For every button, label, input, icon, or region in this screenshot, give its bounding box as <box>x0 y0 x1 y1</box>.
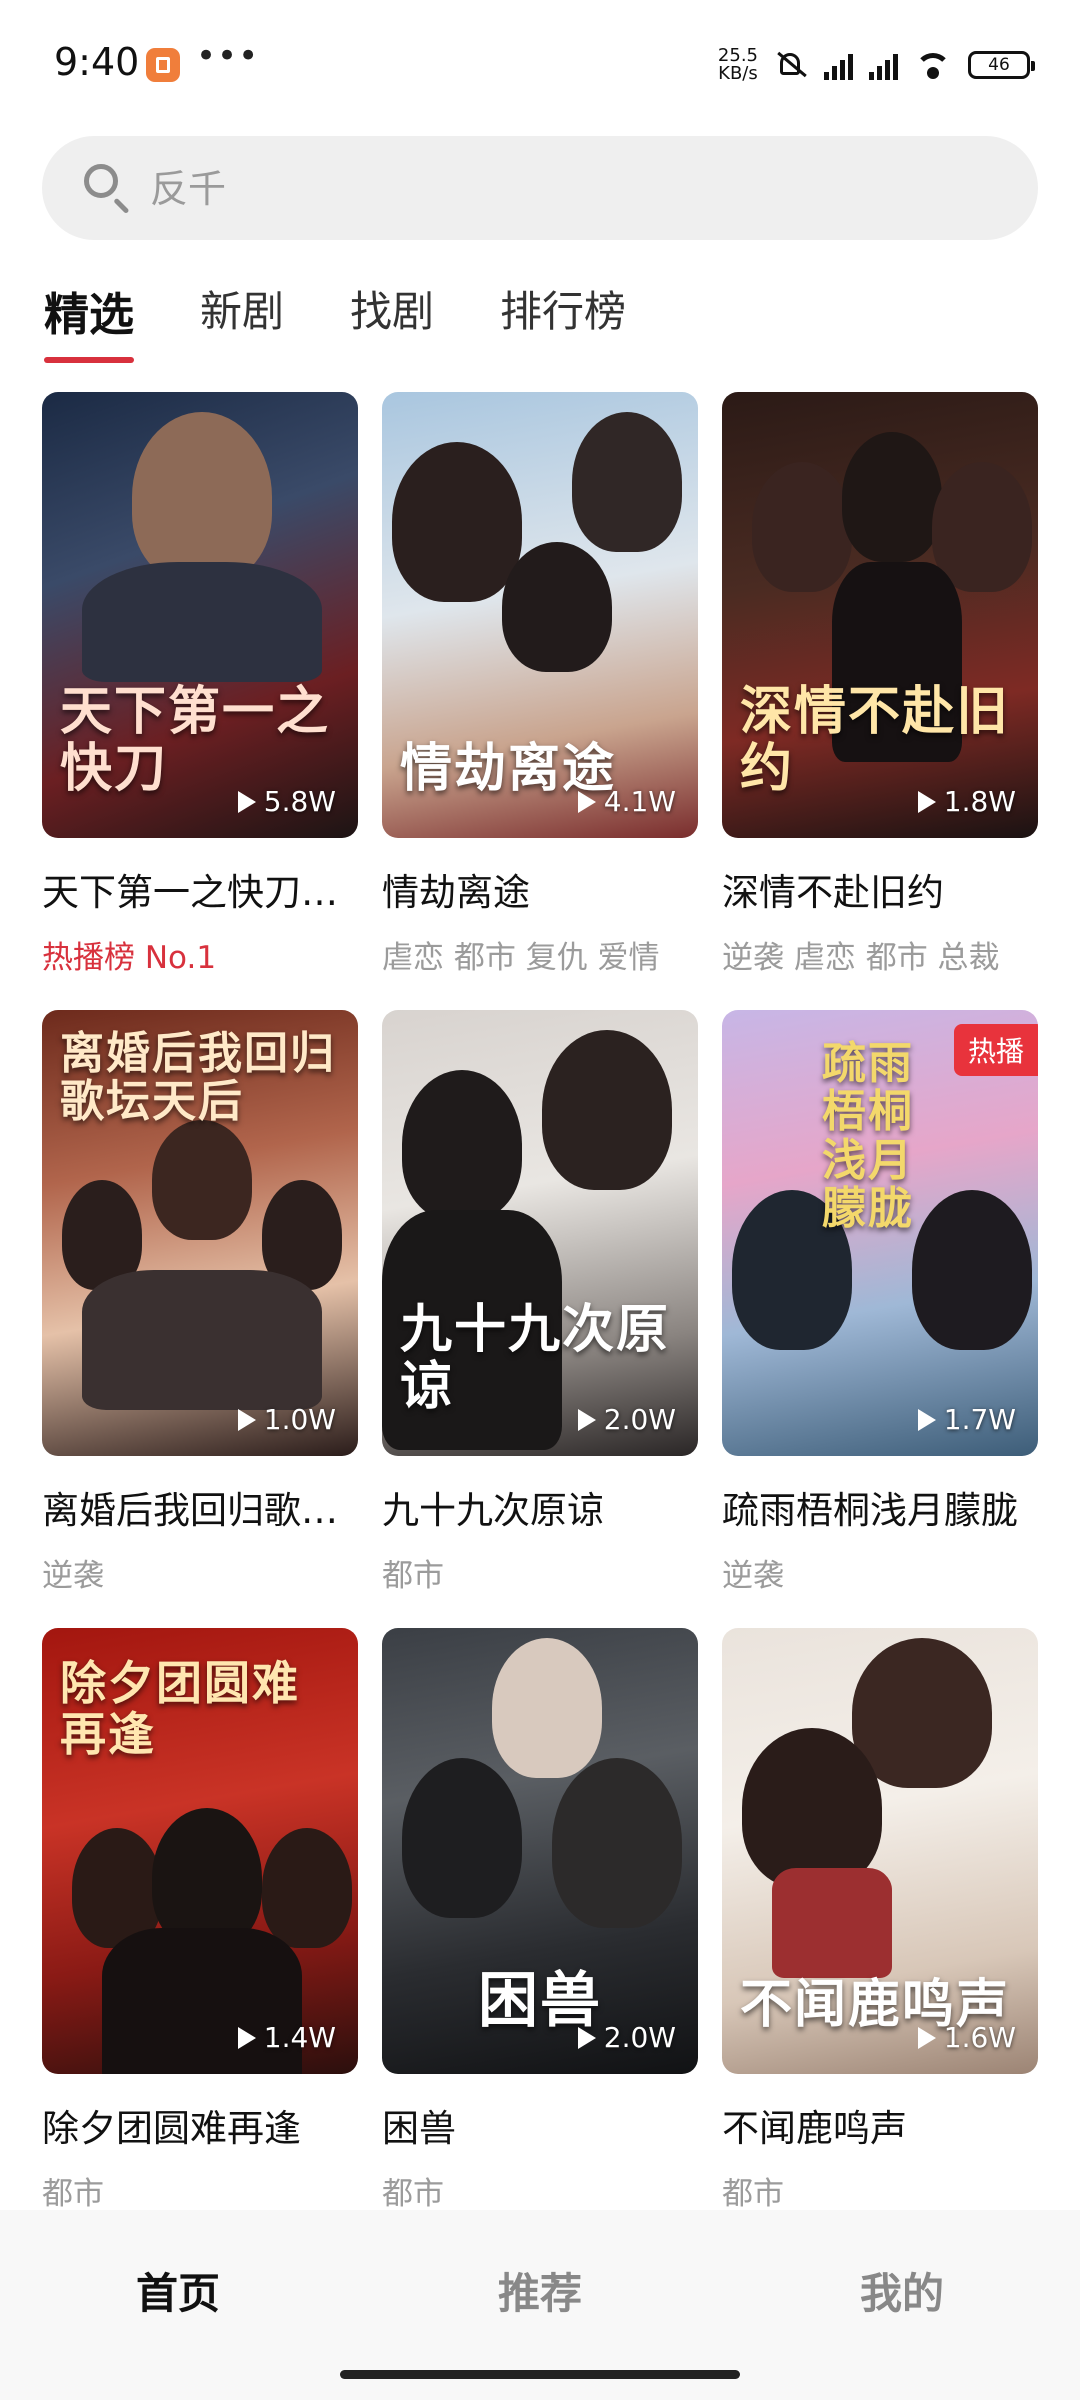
drama-poster[interactable]: 离婚后我回归歌坛天后 1.0W <box>42 1010 358 1456</box>
drama-tags: 逆袭 <box>42 1558 104 1594</box>
poster-title: 疏雨梧桐浅月朦胧 <box>822 1038 914 1235</box>
play-icon <box>237 1408 256 1431</box>
drama-title[interactable]: 离婚后我回归歌… <box>42 1480 358 1534</box>
drama-title[interactable]: 不闻鹿鸣声 <box>722 2098 1038 2152</box>
drama-tags: 虐恋 都市 复仇 爱情 <box>382 940 660 976</box>
play-icon <box>917 2026 936 2049</box>
drama-poster[interactable]: 九十九次原谅 2.0W <box>382 1010 698 1456</box>
drama-poster[interactable]: 困兽 2.0W <box>382 1628 698 2074</box>
drama-card[interactable]: 情劫离途 4.1W 情劫离途 虐恋 都市 复仇 爱情 <box>382 392 698 1010</box>
drama-tags: 都市 <box>382 2176 444 2212</box>
play-icon <box>237 2026 256 2049</box>
play-count: 2.0W <box>577 1403 676 1436</box>
play-count: 1.0W <box>237 1403 336 1436</box>
play-count-value: 1.8W <box>943 785 1016 818</box>
nav-home[interactable]: 首页 <box>136 2260 220 2321</box>
drama-grid: 天下第一之快刀 5.8W 天下第一之快刀… 热播榜 No.1 情劫离途 4.1W… <box>42 392 1040 2246</box>
drama-title[interactable]: 九十九次原谅 <box>382 1480 698 1534</box>
drama-title[interactable]: 天下第一之快刀… <box>42 862 358 916</box>
network-speed-unit: KB/s <box>718 63 758 84</box>
drama-poster[interactable]: 天下第一之快刀 5.8W <box>42 392 358 838</box>
drama-card[interactable]: 深情不赴旧约 1.8W 深情不赴旧约 逆袭 虐恋 都市 总裁 <box>722 392 1038 1010</box>
play-count-value: 1.0W <box>263 1403 336 1436</box>
play-icon <box>577 1408 596 1431</box>
poster-title: 离婚后我回归歌坛天后 <box>60 1028 336 1128</box>
drama-poster[interactable]: 除夕团圆难再逢 1.4W <box>42 1628 358 2074</box>
drama-title[interactable]: 困兽 <box>382 2098 698 2152</box>
signal-icon <box>824 50 853 80</box>
drama-rank: 热播榜 No.1 <box>42 940 217 976</box>
play-count: 1.7W <box>917 1403 1016 1436</box>
drama-tags: 逆袭 虐恋 都市 总裁 <box>722 940 1000 976</box>
drama-card[interactable]: 九十九次原谅 2.0W 九十九次原谅 都市 <box>382 1010 698 1628</box>
mute-bell-icon <box>774 50 808 80</box>
play-count: 1.4W <box>237 2021 336 2054</box>
drama-card[interactable]: 疏雨梧桐浅月朦胧 热播 1.7W 疏雨梧桐浅月朦胧 逆袭 <box>722 1010 1038 1628</box>
tab-featured[interactable]: 精选 <box>44 278 135 363</box>
drama-card[interactable]: 不闻鹿鸣声 1.6W 不闻鹿鸣声 都市 <box>722 1628 1038 2246</box>
category-tabs: 精选 新剧 找剧 排行榜 <box>44 278 626 363</box>
search-bar[interactable] <box>42 136 1038 240</box>
play-count: 1.6W <box>917 2021 1016 2054</box>
play-count-value: 2.0W <box>603 2021 676 2054</box>
play-count-value: 5.8W <box>263 785 336 818</box>
play-icon <box>577 2026 596 2049</box>
play-count: 2.0W <box>577 2021 676 2054</box>
tab-find-dramas[interactable]: 找剧 <box>350 278 434 363</box>
play-icon <box>577 790 596 813</box>
tab-new-dramas[interactable]: 新剧 <box>200 278 284 363</box>
play-icon <box>917 790 936 813</box>
hot-badge: 热播 <box>953 1024 1038 1076</box>
status-icons: 25.5 KB/s 46 <box>718 40 1035 90</box>
app-notification-icon <box>146 48 180 82</box>
tab-rankings[interactable]: 排行榜 <box>500 278 626 363</box>
play-count-value: 4.1W <box>603 785 676 818</box>
network-speed: 25.5 KB/s <box>718 47 758 83</box>
play-count-value: 1.6W <box>943 2021 1016 2054</box>
search-input[interactable] <box>148 154 1002 224</box>
nav-recommend[interactable]: 推荐 <box>498 2260 582 2321</box>
play-icon <box>237 790 256 813</box>
drama-title[interactable]: 情劫离途 <box>382 862 698 916</box>
poster-title: 深情不赴旧约 <box>740 681 1011 799</box>
signal-icon <box>869 50 898 80</box>
drama-card[interactable]: 困兽 2.0W 困兽 都市 <box>382 1628 698 2246</box>
play-icon <box>917 1408 936 1431</box>
poster-title: 除夕团圆难再逢 <box>60 1656 300 1761</box>
drama-title[interactable]: 除夕团圆难再逢 <box>42 2098 358 2152</box>
drama-poster[interactable]: 情劫离途 4.1W <box>382 392 698 838</box>
status-bar: 9:40 ••• 25.5 KB/s 46 <box>0 0 1080 130</box>
drama-tags: 都市 <box>42 2176 104 2212</box>
drama-card[interactable]: 离婚后我回归歌坛天后 1.0W 离婚后我回归歌… 逆袭 <box>42 1010 358 1628</box>
home-indicator[interactable] <box>340 2370 740 2379</box>
nav-profile[interactable]: 我的 <box>860 2260 944 2321</box>
drama-card[interactable]: 除夕团圆难再逢 1.4W 除夕团圆难再逢 都市 <box>42 1628 358 2246</box>
drama-title[interactable]: 深情不赴旧约 <box>722 862 1038 916</box>
poster-title: 天下第一之快刀 <box>60 681 331 799</box>
play-count-value: 1.7W <box>943 1403 1016 1436</box>
wifi-icon <box>914 51 952 79</box>
play-count-value: 1.4W <box>263 2021 336 2054</box>
search-icon <box>82 162 134 214</box>
play-count-value: 2.0W <box>603 1403 676 1436</box>
play-count: 4.1W <box>577 785 676 818</box>
play-count: 1.8W <box>917 785 1016 818</box>
drama-title[interactable]: 疏雨梧桐浅月朦胧 <box>722 1480 1038 1534</box>
drama-tags: 都市 <box>722 2176 784 2212</box>
drama-card[interactable]: 天下第一之快刀 5.8W 天下第一之快刀… 热播榜 No.1 <box>42 392 358 1010</box>
poster-title: 九十九次原谅 <box>400 1299 671 1417</box>
drama-tags: 都市 <box>382 1558 444 1594</box>
status-time: 9:40 <box>54 40 140 84</box>
play-count: 5.8W <box>237 785 336 818</box>
more-notifications-icon: ••• <box>196 36 260 76</box>
battery-icon: 46 <box>968 51 1035 79</box>
drama-poster[interactable]: 疏雨梧桐浅月朦胧 热播 1.7W <box>722 1010 1038 1456</box>
drama-poster[interactable]: 深情不赴旧约 1.8W <box>722 392 1038 838</box>
drama-poster[interactable]: 不闻鹿鸣声 1.6W <box>722 1628 1038 2074</box>
drama-tags: 逆袭 <box>722 1558 784 1594</box>
